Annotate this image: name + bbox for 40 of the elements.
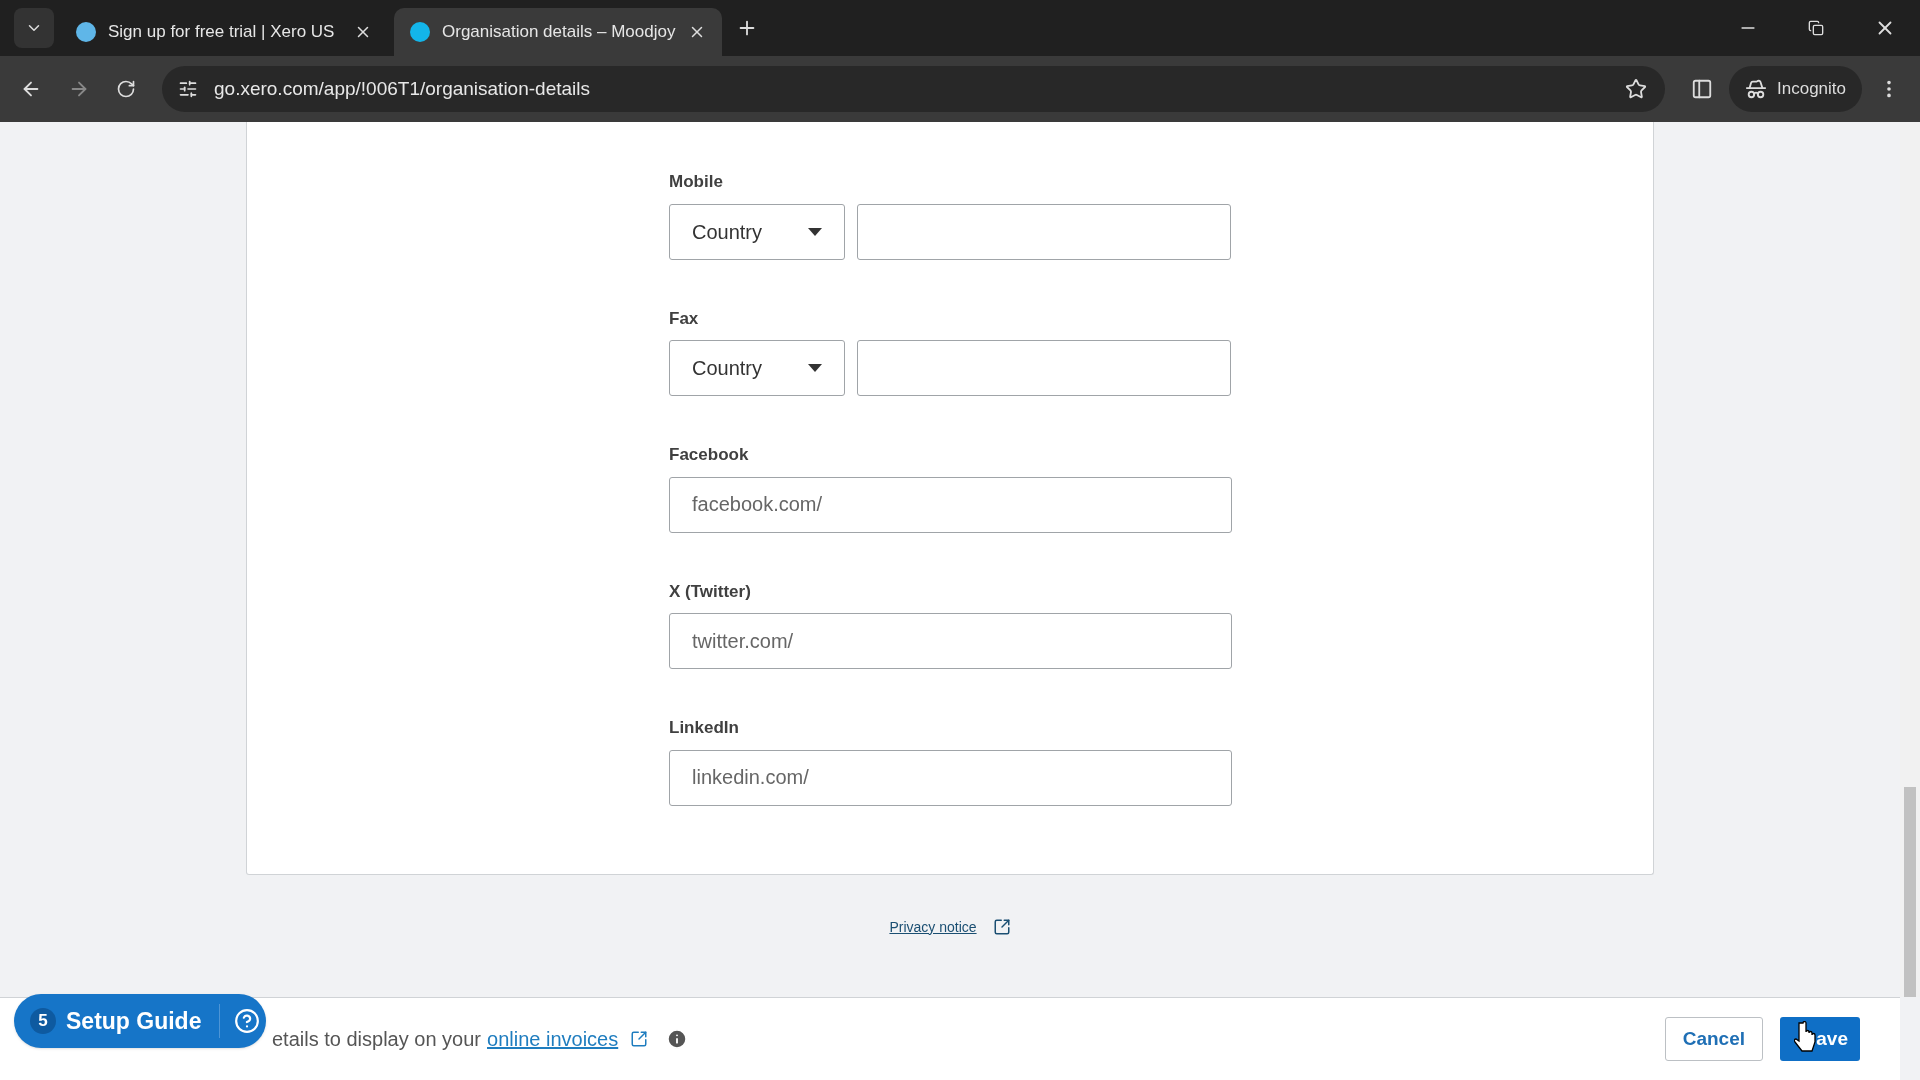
online-invoices-link[interactable]: online invoices	[487, 1024, 619, 1054]
caret-icon	[808, 227, 822, 236]
help-icon	[234, 1008, 261, 1034]
info-icon[interactable]	[666, 1028, 689, 1050]
reload-icon[interactable]	[116, 79, 136, 99]
site-settings-icon[interactable]	[178, 79, 198, 99]
url-input[interactable]: facebook.com/	[669, 476, 1232, 533]
tab-title: Sign up for free trial | Xero US	[108, 21, 336, 44]
field-label: Fax	[669, 307, 700, 330]
bookmark-star-icon[interactable]	[1625, 78, 1647, 100]
country-dropdown[interactable]: Country	[669, 340, 845, 396]
favicon-icon	[76, 22, 96, 42]
phone-input[interactable]	[857, 340, 1231, 396]
browser-tab[interactable]: Organisation details – Moodjoy	[394, 8, 722, 56]
external-link-icon	[630, 1030, 649, 1048]
url-input[interactable]: linkedin.com/	[669, 749, 1232, 806]
footer-text: etails to display on your	[272, 1027, 481, 1052]
field-label: LinkedIn	[669, 717, 740, 739]
address-bar[interactable]: go.xero.com/app/!006T1/organisation-details	[162, 66, 1665, 112]
field-label: Mobile	[669, 171, 724, 193]
setup-guide-button[interactable]: 5 Setup Guide	[14, 994, 266, 1048]
browser-tab[interactable]: Sign up for free trial | Xero US	[60, 8, 388, 56]
restore-icon[interactable]	[1808, 20, 1824, 36]
incognito-badge[interactable]: Incognito	[1729, 66, 1862, 112]
field-label: Facebook	[669, 444, 750, 466]
mouse-pointer-icon	[1794, 1021, 1816, 1053]
url-text: go.xero.com/app/!006T1/organisation-details	[214, 76, 591, 101]
step-count: 5	[30, 1008, 56, 1034]
caret-icon	[808, 364, 822, 372]
privacy-notice-link[interactable]: Privacy notice	[889, 916, 977, 938]
favicon-icon	[410, 22, 430, 42]
side-panel-icon[interactable]	[1691, 78, 1713, 100]
country-dropdown[interactable]: Country	[669, 203, 845, 260]
tab-title: Organisation details – Moodjoy	[442, 21, 676, 44]
field-label: X (Twitter)	[669, 580, 752, 603]
phone-input[interactable]	[857, 203, 1231, 260]
incognito-icon	[1745, 78, 1767, 100]
external-link-icon	[992, 918, 1011, 936]
url-input[interactable]: twitter.com/	[669, 613, 1232, 669]
cancel-button[interactable]: Cancel	[1664, 1017, 1763, 1061]
